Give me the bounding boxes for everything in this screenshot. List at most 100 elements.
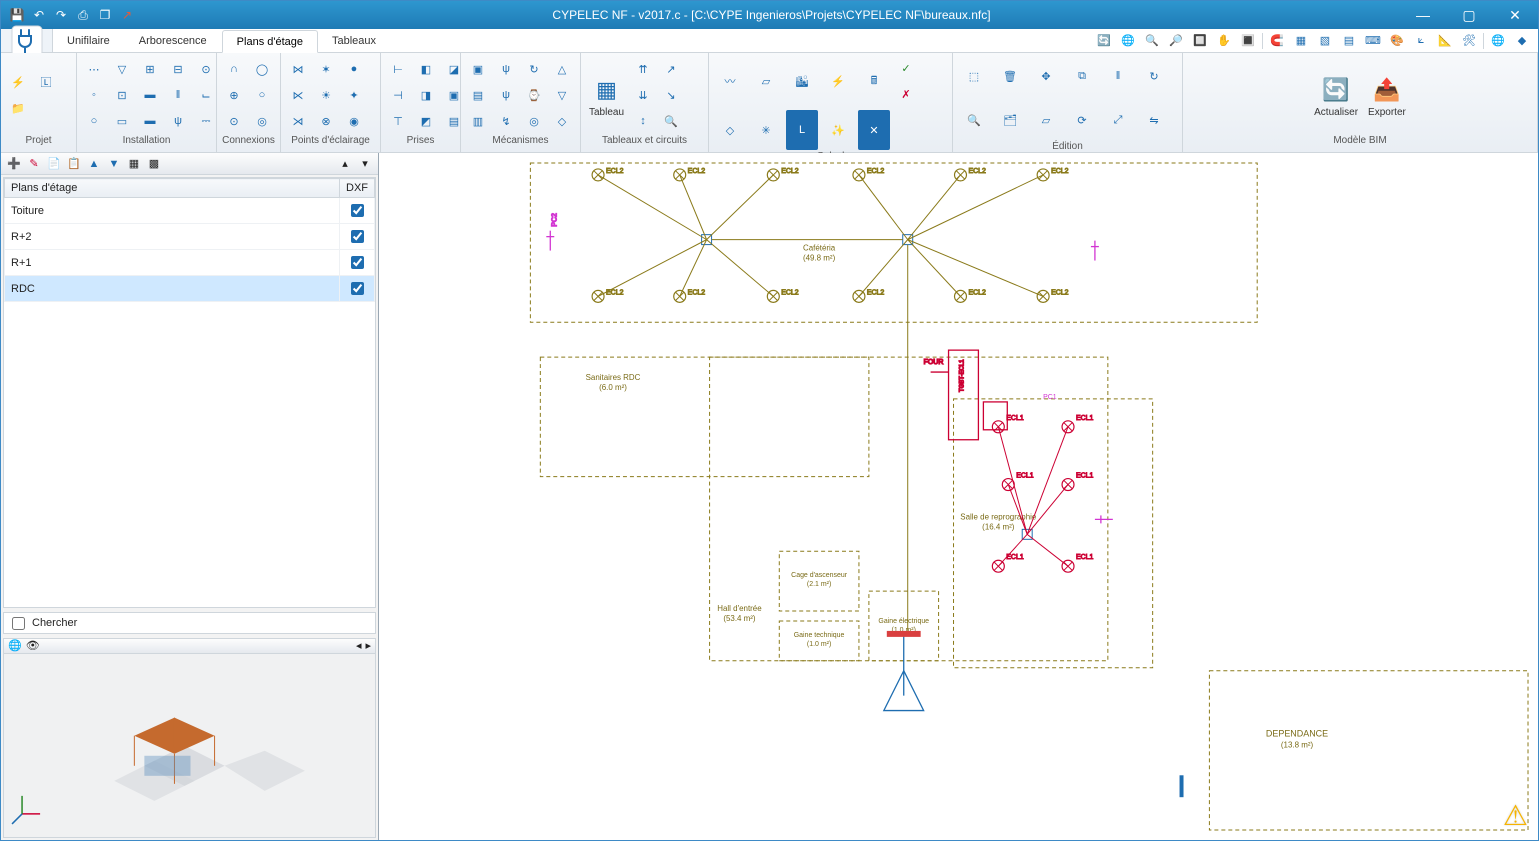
pr-icon-2[interactable]: ⊣ (386, 83, 410, 107)
move-down-icon[interactable]: ▼ (105, 155, 123, 173)
mec-icon-11[interactable]: ▽ (550, 83, 574, 107)
color-icon[interactable]: 🎨 (1387, 31, 1407, 51)
calc-L-icon[interactable]: L (786, 110, 818, 150)
measure-icon[interactable]: 📐 (1435, 31, 1455, 51)
inst-icon-7[interactable]: ⊞ (138, 57, 162, 81)
mec-icon-6[interactable]: ↯ (494, 109, 518, 133)
conn-icon-1[interactable]: ∩ (222, 57, 246, 81)
undo-icon[interactable]: ↶ (29, 5, 49, 25)
ed-copy-icon[interactable]: ⧉ (1066, 56, 1098, 96)
dxf-checkbox[interactable] (351, 256, 364, 269)
preview-left-icon[interactable]: ◂ (356, 639, 362, 652)
inst-icon-3[interactable]: ○ (82, 109, 106, 133)
warning-icon[interactable]: ⚠ (1503, 799, 1528, 832)
pr-icon-3[interactable]: ⊤ (386, 109, 410, 133)
calc-check-icon[interactable]: ✓ (894, 56, 918, 80)
ed-del-icon[interactable]: 🗑 (994, 56, 1026, 96)
magnet-icon[interactable]: 🧲 (1267, 31, 1287, 51)
ecl-icon-1[interactable]: ⋈ (286, 57, 310, 81)
tc-icon-2[interactable]: ⇊ (631, 83, 655, 107)
grid-btn-icon[interactable]: ▩ (145, 155, 163, 173)
add-icon[interactable]: ➕ (5, 155, 23, 173)
col-dxf[interactable]: DXF (340, 179, 375, 198)
collapse-up-icon[interactable]: ▴ (336, 155, 354, 173)
legend-icon[interactable]: ▦ (125, 155, 143, 173)
help-icon[interactable]: ◆ (1512, 31, 1532, 51)
mec-icon-10[interactable]: △ (550, 57, 574, 81)
ecl-icon-2[interactable]: ⋉ (286, 83, 310, 107)
inst-icon-8[interactable]: ▬ (138, 83, 162, 107)
zoom-full-icon[interactable]: 🔳 (1238, 31, 1258, 51)
tc-icon-6[interactable]: 🔍 (659, 109, 683, 133)
tableau-button[interactable]: ▦ Tableau (585, 73, 628, 118)
pr-icon-6[interactable]: ◩ (414, 109, 438, 133)
bim-actualiser[interactable]: 🔄 Actualiser (1310, 73, 1362, 118)
globe-icon[interactable]: 🌐 (1488, 31, 1508, 51)
calc-city-icon[interactable]: 🏙 (786, 61, 818, 101)
inst-icon-2[interactable]: ◦ (82, 83, 106, 107)
ecl-icon-5[interactable]: ☀ (314, 83, 338, 107)
ecl-icon-6[interactable]: ⊗ (314, 109, 338, 133)
move-up-icon[interactable]: ▲ (85, 155, 103, 173)
cube-icon[interactable]: ❐ (95, 5, 115, 25)
app-menu-button[interactable] (1, 29, 53, 52)
conn-icon-5[interactable]: ○ (250, 83, 274, 107)
inst-icon-5[interactable]: ⊡ (110, 83, 134, 107)
zoom-out-icon[interactable]: 🔎 (1166, 31, 1186, 51)
calc-bolt-icon[interactable]: ⚡ (822, 61, 854, 101)
table-row[interactable]: Toiture (5, 198, 375, 224)
table-row[interactable]: R+2 (5, 224, 375, 250)
preview-canvas[interactable] (4, 654, 375, 837)
bim-exporter[interactable]: 📤 Exporter (1364, 73, 1410, 118)
tab-plans-etage[interactable]: Plans d'étage (222, 30, 318, 53)
mec-icon-7[interactable]: ↻ (522, 57, 546, 81)
tc-icon-4[interactable]: ↗ (659, 57, 683, 81)
calc-close-icon[interactable]: ✕ (858, 110, 890, 150)
zoom-world-icon[interactable]: 🌐 (1118, 31, 1138, 51)
maximize-button[interactable]: ▢ (1446, 1, 1492, 29)
ed-flip-icon[interactable]: ⇋ (1138, 100, 1170, 140)
inst-icon-13[interactable]: ⊙ (194, 57, 218, 81)
angle-icon[interactable]: ⟀ (1411, 31, 1431, 51)
ed-zoom-icon[interactable]: 🔍 (958, 100, 990, 140)
mec-icon-8[interactable]: ⌚ (522, 83, 546, 107)
zoom-refresh-icon[interactable]: 🔄 (1094, 31, 1114, 51)
proj-blank-icon[interactable] (34, 96, 58, 120)
plans-table[interactable]: Plans d'étage DXF ToitureR+2R+1RDC (3, 177, 376, 608)
dxf-checkbox[interactable] (351, 230, 364, 243)
tc-icon-3[interactable]: ↕ (631, 109, 655, 133)
export-icon[interactable]: ↗ (117, 5, 137, 25)
proj-flash-icon[interactable]: ⚡ (6, 70, 30, 94)
calc-target-icon[interactable]: ✳ (750, 110, 782, 150)
pr-icon-5[interactable]: ◨ (414, 83, 438, 107)
conn-icon-6[interactable]: ◎ (250, 109, 274, 133)
calc-cable-icon[interactable]: 〰 (714, 61, 746, 101)
table-row[interactable]: RDC (5, 276, 375, 302)
conn-icon-3[interactable]: ⊙ (222, 109, 246, 133)
search-checkbox[interactable] (12, 617, 25, 630)
inst-icon-1[interactable]: ⋯ (82, 57, 106, 81)
grid-icon[interactable]: ▦ (1291, 31, 1311, 51)
mec-icon-2[interactable]: ▤ (466, 83, 490, 107)
inst-icon-14[interactable]: ⌙ (194, 83, 218, 107)
mec-icon-9[interactable]: ◎ (522, 109, 546, 133)
tools-icon[interactable]: 🛠 (1459, 31, 1479, 51)
ecl-icon-7[interactable]: ● (342, 57, 366, 81)
tab-tableaux[interactable]: Tableaux (318, 29, 391, 52)
calc-calc-icon[interactable]: 🖩 (858, 61, 890, 101)
inst-icon-11[interactable]: ‖ (166, 83, 190, 107)
zoom-window-icon[interactable]: 🔲 (1190, 31, 1210, 51)
ecl-icon-4[interactable]: ✶ (314, 57, 338, 81)
paste-icon[interactable]: 📋 (65, 155, 83, 173)
pr-icon-1[interactable]: ⊢ (386, 57, 410, 81)
mec-icon-5[interactable]: ψ (494, 83, 518, 107)
print-icon[interactable]: ⎙ (73, 5, 93, 25)
ed-layers-icon[interactable]: 🗂 (994, 100, 1026, 140)
mec-icon-1[interactable]: ▣ (466, 57, 490, 81)
ecl-icon-9[interactable]: ◉ (342, 109, 366, 133)
conn-icon-4[interactable]: ◯ (250, 57, 274, 81)
inst-icon-4[interactable]: ▽ (110, 57, 134, 81)
copy-icon[interactable]: 📄 (45, 155, 63, 173)
preview-eye-icon[interactable]: 👁 (26, 639, 40, 652)
proj-folder-icon[interactable]: 📁 (6, 96, 30, 120)
